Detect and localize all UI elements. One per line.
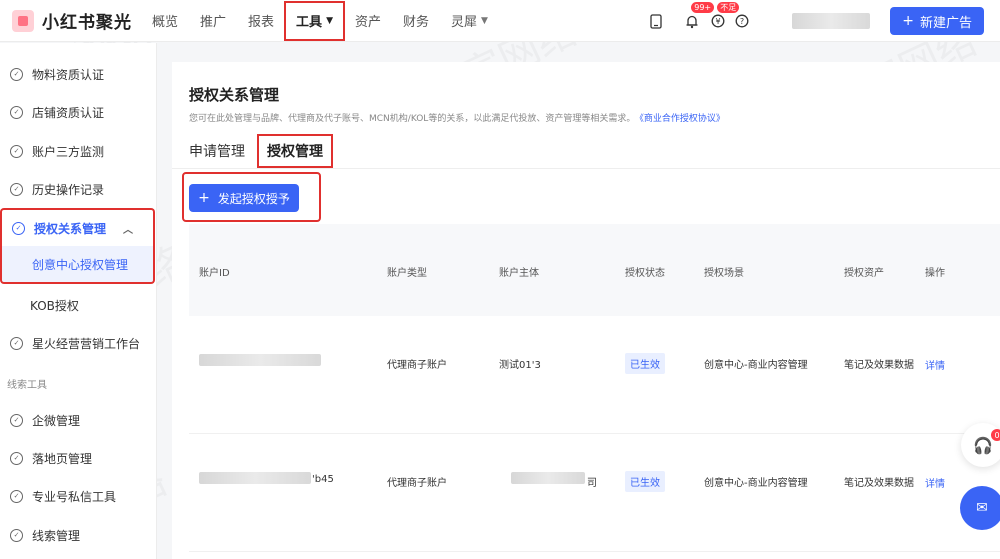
shield-check-icon: ✓: [10, 451, 23, 465]
chevron-down-icon: ▼: [481, 15, 488, 26]
chevron-down-icon: ▼: [326, 15, 333, 26]
sidebar-item-material-qualification[interactable]: ✓ 物料资质认证: [0, 55, 155, 93]
user-account[interactable]: [792, 13, 871, 29]
tab-authorization-management[interactable]: 授权管理: [257, 134, 333, 168]
sidebar-item-authorization[interactable]: ✓ 授权关系管理 ︿: [0, 208, 155, 246]
shield-check-icon: ✓: [10, 182, 23, 196]
auth-scene: 创意中心-商业内容管理: [704, 360, 808, 371]
shield-check-icon: ✓: [10, 105, 23, 119]
shield-check-icon: ✓: [10, 528, 23, 542]
nav-finance[interactable]: 财务: [403, 0, 429, 42]
nav-assets[interactable]: 资产: [355, 0, 381, 42]
column-actions: 操作: [925, 268, 945, 279]
initiate-authorization-button[interactable]: + 发起授权授予: [189, 184, 299, 212]
nav-tools[interactable]: 工具 ▼: [284, 0, 345, 41]
bell-icon[interactable]: 99+: [682, 2, 715, 31]
column-account-subject: 账户主体: [499, 268, 539, 279]
tablet-icon[interactable]: [646, 11, 666, 31]
sidebar-item-history[interactable]: ✓ 历史操作记录: [0, 170, 155, 208]
sidebar-item-creative-center-auth[interactable]: 创意中心授权管理: [0, 246, 155, 284]
column-auth-assets: 授权资产: [844, 268, 884, 279]
account-subject-redacted: [511, 472, 585, 484]
page-description: 您可在此处管理与品牌、代理商及代子账号、MCN机构/KOL等的关系，以此满足代投…: [189, 114, 725, 124]
plus-icon: +: [902, 13, 914, 29]
brand-name: 小红书聚光: [42, 13, 132, 33]
sidebar-item-leads[interactable]: ✓ 线索管理: [0, 516, 155, 554]
auth-scene: 创意中心-商业内容管理: [704, 478, 808, 489]
chevron-up-icon: ︿: [123, 224, 133, 236]
shield-check-icon: ✓: [12, 221, 25, 235]
svg-text:?: ?: [740, 17, 744, 26]
support-badge: 0: [991, 429, 1000, 441]
main-card: 授权关系管理 您可在此处管理与品牌、代理商及代子账号、MCN机构/KOL等的关系…: [172, 62, 1000, 559]
account-type: 代理商子账户: [387, 360, 447, 371]
table-header: 账户ID 账户类型 账户主体 授权状态 授权场景 授权资产 操作: [189, 224, 1000, 316]
sidebar-item-wecom[interactable]: ✓ 企微管理: [0, 401, 155, 439]
logo-icon: [12, 9, 34, 32]
shield-check-icon: ✓: [10, 489, 23, 503]
sidebar-item-landing-page[interactable]: ✓ 落地页管理: [0, 439, 155, 477]
table-row: 代理商子账户 测试01'3 已生效 创意中心-商业内容管理 笔记及效果数据 详情: [189, 316, 1000, 434]
account-id-redacted: [199, 472, 311, 484]
sidebar-section-leads-tools: 线索工具: [7, 380, 47, 391]
balance-icon[interactable]: ¥ 不足: [708, 2, 740, 31]
sidebar-item-third-party-monitoring[interactable]: ✓ 账户三方监测: [0, 132, 155, 170]
account-subject: 测试01'3: [499, 360, 541, 371]
sidebar-item-spark-workbench[interactable]: ✓ 星火经营营销工作台: [0, 324, 155, 362]
nav-promotion[interactable]: 推广: [200, 0, 226, 42]
customer-support-button[interactable]: 🎧 0: [961, 423, 1000, 467]
page-title: 授权关系管理: [189, 86, 280, 104]
column-auth-scene: 授权场景: [704, 268, 744, 279]
agreement-link[interactable]: 《商业合作授权协议》: [639, 114, 725, 124]
message-button[interactable]: ✉: [960, 486, 1000, 530]
status-badge: 已生效: [625, 353, 665, 374]
column-account-id: 账户ID: [199, 268, 230, 279]
mail-icon: ✉: [976, 500, 988, 516]
top-bar: 小红书聚光 概览 推广 报表 工具 ▼ 资产 财务 灵犀 ▼ 99+ ¥ 不足 ? …: [0, 0, 1000, 42]
table-row: 'b45 代理商子账户 司 已生效 创意中心-商业内容管理 笔记及效果数据 详情: [189, 434, 1000, 552]
nav-overview[interactable]: 概览: [152, 0, 178, 42]
account-id-suffix: 'b45: [312, 474, 334, 485]
tab-application-management[interactable]: 申请管理: [189, 134, 245, 168]
account-type: 代理商子账户: [387, 478, 447, 489]
headset-icon: 🎧: [973, 435, 993, 455]
shield-check-icon: ✓: [10, 67, 23, 81]
auth-assets: 笔记及效果数据: [844, 360, 914, 371]
help-icon[interactable]: ?: [732, 11, 752, 31]
header-actions: 99+ ¥ 不足 ? + 新建广告: [646, 0, 1000, 42]
sidebar-item-store-qualification[interactable]: ✓ 店铺资质认证: [0, 93, 155, 131]
sidebar-item-private-message[interactable]: ✓ 专业号私信工具: [0, 477, 155, 515]
tabs-divider: [172, 168, 1000, 169]
column-auth-status: 授权状态: [625, 268, 665, 279]
column-account-type: 账户类型: [387, 268, 427, 279]
brand-logo[interactable]: 小红书聚光: [12, 8, 152, 33]
shield-check-icon: ✓: [10, 413, 23, 427]
detail-link[interactable]: 详情: [925, 357, 945, 372]
sidebar: ✓ 物料资质认证 ✓ 店铺资质认证 ✓ 账户三方监测 ✓ 历史操作记录 ✓ 授权关系管理 …: [0, 43, 157, 559]
account-subject-suffix: 司: [587, 478, 597, 489]
nav-reports[interactable]: 报表: [248, 0, 274, 42]
tabs: 申请管理 授权管理: [189, 134, 341, 168]
shield-check-icon: ✓: [10, 336, 23, 350]
sidebar-item-kob-auth[interactable]: KOB授权: [0, 286, 155, 324]
svg-text:¥: ¥: [716, 17, 721, 26]
detail-link[interactable]: 详情: [925, 475, 945, 490]
new-ad-button[interactable]: + 新建广告: [890, 7, 984, 35]
shield-check-icon: ✓: [10, 144, 23, 158]
nav-lingxi[interactable]: 灵犀 ▼: [451, 0, 488, 42]
status-badge: 已生效: [625, 471, 665, 492]
plus-icon: +: [198, 190, 210, 206]
auth-assets: 笔记及效果数据: [844, 478, 914, 489]
main-nav: 概览 推广 报表 工具 ▼ 资产 财务 灵犀 ▼: [152, 0, 510, 42]
account-id-redacted: [199, 354, 321, 366]
